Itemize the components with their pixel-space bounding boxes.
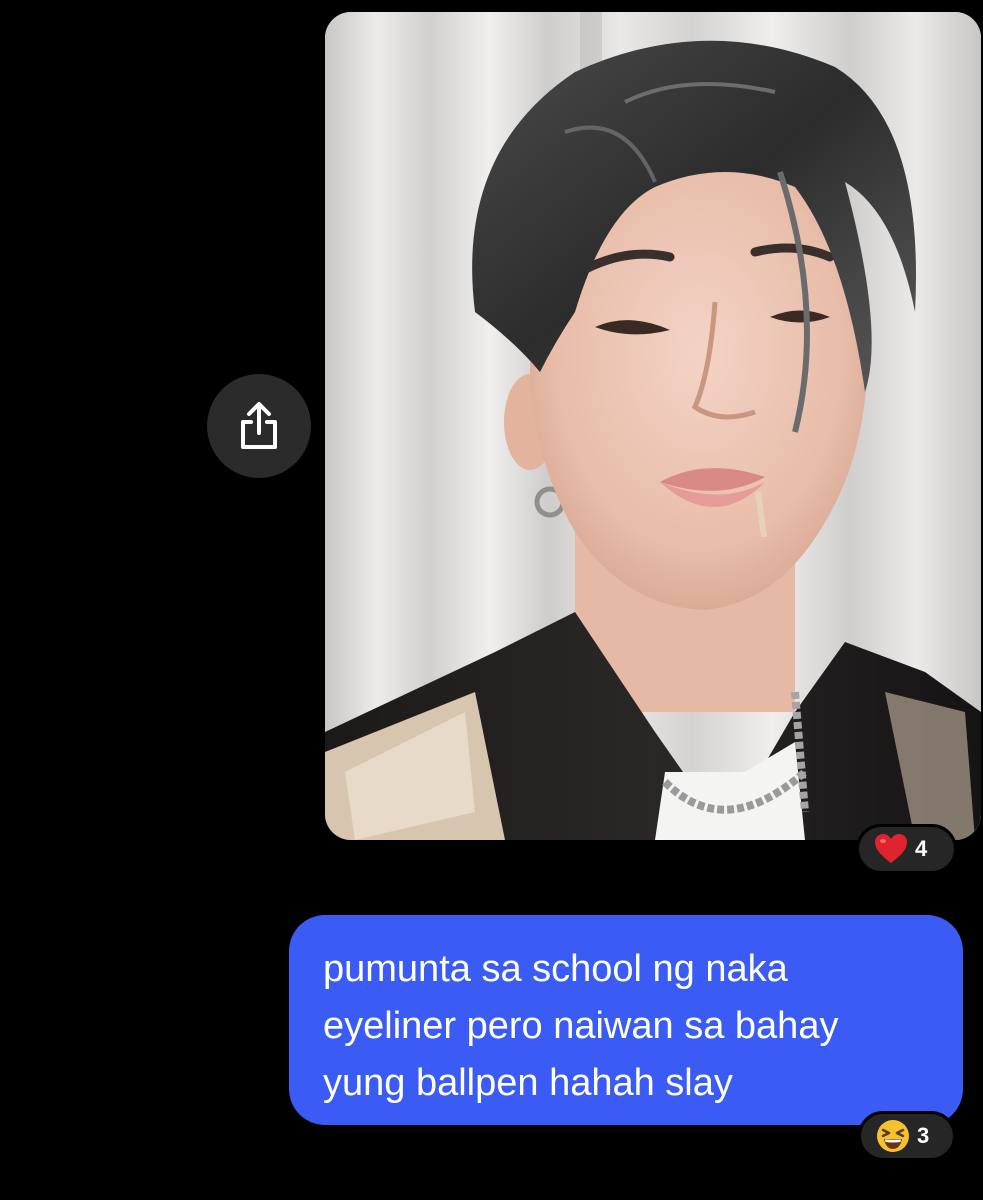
- share-icon: [241, 402, 277, 449]
- share-button[interactable]: [207, 374, 311, 478]
- laughing-face-icon: [877, 1120, 909, 1152]
- red-heart-icon: [875, 834, 907, 863]
- chat-thread: 4 pumunta sa school ng naka eyeliner per…: [0, 0, 983, 1200]
- selfie-photo: [325, 12, 981, 840]
- message-reaction-badge[interactable]: 3: [858, 1111, 956, 1161]
- photo-reaction-count: 4: [915, 836, 928, 861]
- message-line: pumunta sa school ng naka: [323, 948, 788, 990]
- message-line: eyeliner pero naiwan sa bahay: [323, 1005, 839, 1047]
- message-reaction-count: 3: [917, 1123, 930, 1148]
- photo-message[interactable]: [325, 12, 981, 840]
- message-line: yung ballpen hahah slay: [323, 1062, 733, 1104]
- sent-message-bubble[interactable]: pumunta sa school ng naka eyeliner pero …: [289, 915, 963, 1125]
- photo-reaction-badge[interactable]: 4: [856, 824, 957, 874]
